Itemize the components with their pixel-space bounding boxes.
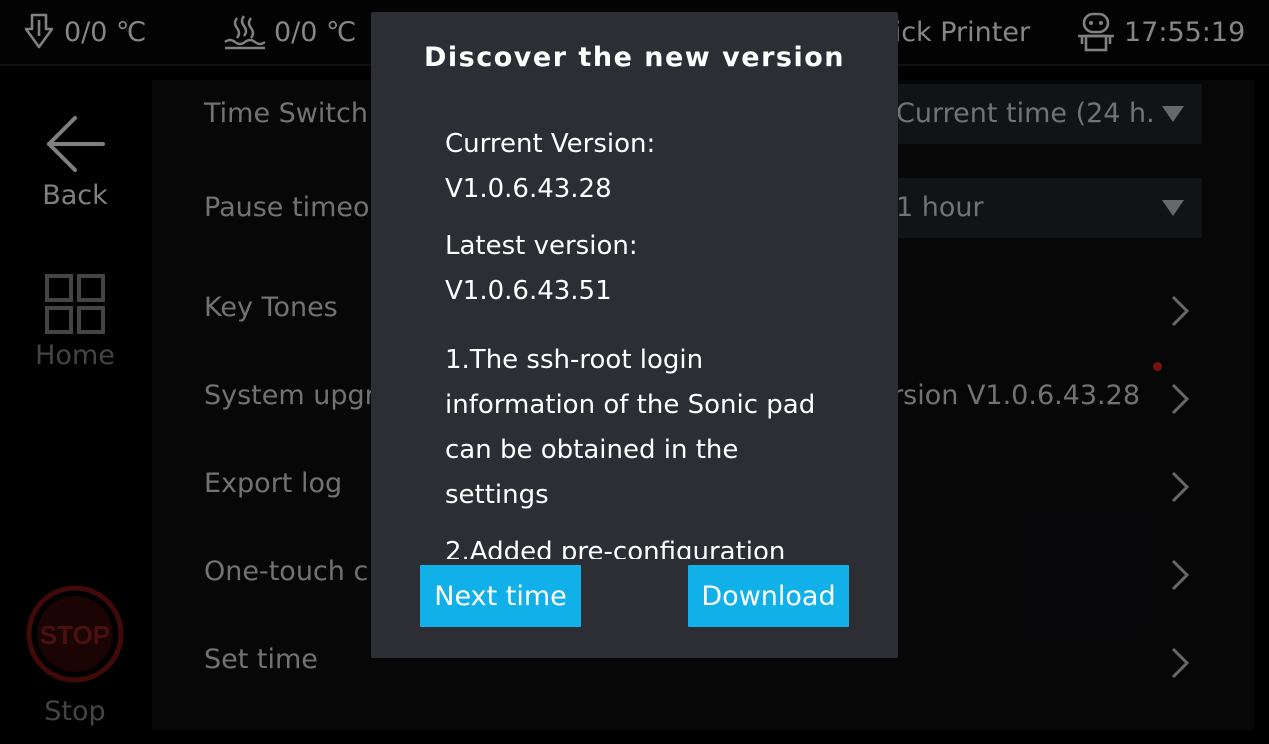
download-button[interactable]: Download [688,565,849,627]
update-dialog: Discover the new version Current Version… [371,12,898,658]
dialog-title: Discover the new version [424,42,845,73]
current-version-label: Current Version: [445,129,656,159]
dialog-body[interactable]: Current Version: V1.0.6.43.28 Latest ver… [445,122,845,559]
next-time-button[interactable]: Next time [420,565,581,627]
latest-version-label: Latest version: [445,231,638,261]
latest-version-value: V1.0.6.43.51 [445,276,612,306]
current-version-value: V1.0.6.43.28 [445,174,612,204]
release-note: 1.The ssh-root login information of the … [445,345,816,510]
release-note: 2.Added pre-configuration [445,537,786,559]
